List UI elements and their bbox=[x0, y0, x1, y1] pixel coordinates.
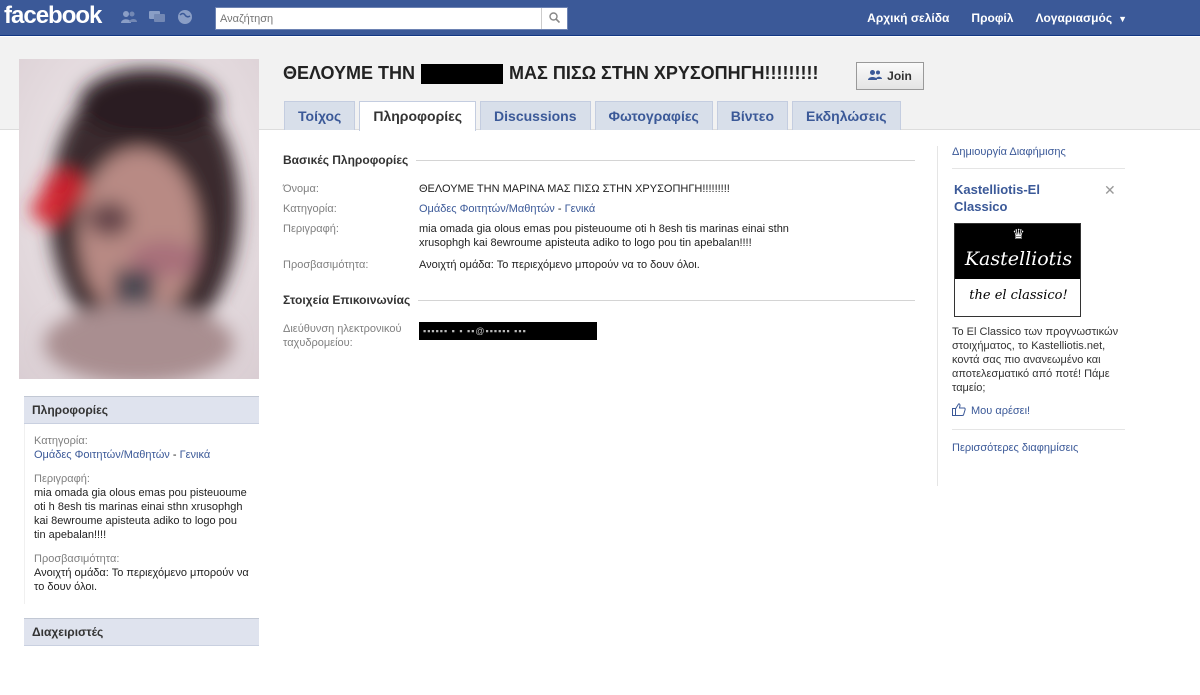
search-box bbox=[215, 7, 568, 30]
ad-like-button[interactable]: Μου αρέσει! bbox=[952, 403, 1125, 419]
account-label: Λογαριασμός bbox=[1035, 11, 1113, 25]
tab-videos[interactable]: Βίντεο bbox=[716, 101, 788, 130]
left-info-column: Πληροφορίες Κατηγορία: Ομάδες Φοιτητών/Μ… bbox=[24, 396, 259, 646]
ad-image-tagline: the el classico! bbox=[969, 288, 1068, 303]
tab-info[interactable]: Πληροφορίες bbox=[359, 101, 477, 131]
tab-wall[interactable]: Τοίχος bbox=[284, 101, 356, 130]
description-label: Περιγραφή: bbox=[283, 223, 339, 235]
page-title: ΘΕΛΟΥΜΕ ΤΗΝ ΜΑΣ ΠΙΣΩ ΣΤΗΝ ΧΡΥΣΟΠΗΓΗ!!!!!… bbox=[283, 63, 818, 84]
contact-info-title: Στοιχεία Επικοινωνίας bbox=[283, 293, 411, 307]
left-access-label: Προσβασιμότητα: bbox=[34, 553, 120, 565]
search-input[interactable] bbox=[216, 8, 536, 29]
left-category-value: Ομάδες Φοιτητών/Μαθητών - Γενικά bbox=[34, 448, 250, 462]
info-panel: Βασικές Πληροφορίες Όνομα: ΘΕΛΟΥΜΕ ΤΗΝ Μ… bbox=[283, 150, 915, 350]
section-divider bbox=[416, 159, 915, 161]
group-profile-picture[interactable] bbox=[19, 59, 259, 379]
category-separator: - bbox=[554, 203, 565, 215]
left-description-label: Περιγραφή: bbox=[34, 473, 90, 485]
category-link[interactable]: Ομάδες Φοιτητών/Μαθητών bbox=[419, 203, 555, 215]
name-row: Όνομα: ΘΕΛΟΥΜΕ ΤΗΝ ΜΑΡΙΝΑ ΜΑΣ ΠΙΣΩ ΣΤΗΝ … bbox=[283, 182, 915, 196]
chevron-down-icon: ▼ bbox=[1118, 14, 1127, 24]
section-divider bbox=[418, 299, 915, 301]
email-label: Διεύθυνση ηλεκτρονικού ταχυδρομείου: bbox=[283, 323, 402, 349]
title-redaction-bar bbox=[421, 63, 504, 84]
top-nav-links: Αρχική σελίδα Προφίλ Λογαριασμός ▼ bbox=[856, 0, 1138, 36]
create-ad-link[interactable]: Δημιουργία Διαφήμισης bbox=[938, 144, 1066, 158]
access-label: Προσβασιμότητα: bbox=[283, 259, 369, 271]
crown-icon: ♛ bbox=[1012, 226, 1025, 242]
search-icon[interactable] bbox=[541, 8, 567, 29]
basic-info-title: Βασικές Πληροφορίες bbox=[283, 153, 409, 167]
admins-title: Διαχειριστές bbox=[24, 619, 259, 646]
people-icon bbox=[868, 69, 883, 84]
join-group-button[interactable]: Join bbox=[856, 62, 924, 90]
left-info-box: Πληροφορίες Κατηγορία: Ομάδες Φοιτητών/Μ… bbox=[24, 396, 259, 604]
left-description-value: mia omada gia olous emas pou pisteuoume … bbox=[34, 487, 247, 541]
tab-photos[interactable]: Φωτογραφίες bbox=[594, 101, 713, 130]
facebook-logo[interactable]: facebook bbox=[4, 2, 102, 30]
notifications-globe-icon[interactable] bbox=[176, 9, 194, 25]
thumbs-up-icon bbox=[952, 403, 966, 419]
account-menu[interactable]: Λογαριασμός ▼ bbox=[1024, 0, 1138, 36]
access-value: Ανοιχτή ομάδα: Το περιεχόμενο μπορούν να… bbox=[419, 259, 700, 271]
left-info-title: Πληροφορίες bbox=[24, 397, 259, 424]
left-category-separator: - bbox=[169, 449, 180, 461]
friend-requests-icon[interactable] bbox=[120, 9, 138, 25]
description-row: Περιγραφή: mia omada gia olous emas pou … bbox=[283, 222, 915, 250]
email-value: ▪▪▪▪▪▪ ▪ ▪ ▪▪@▪▪▪▪▪▪ ▪▪▪ bbox=[419, 322, 829, 350]
left-category-label: Κατηγορία: bbox=[34, 435, 88, 447]
tab-events[interactable]: Εκδηλώσεις bbox=[792, 101, 901, 130]
left-category-link[interactable]: Ομάδες Φοιτητών/Μαθητών bbox=[34, 449, 170, 461]
left-category-sub-link[interactable]: Γενικά bbox=[180, 449, 211, 461]
name-value: ΘΕΛΟΥΜΕ ΤΗΝ ΜΑΡΙΝΑ ΜΑΣ ΠΙΣΩ ΣΤΗΝ ΧΡΥΣΟΠΗ… bbox=[419, 183, 730, 195]
ad-title-link[interactable]: Kastelliotis-El Classico bbox=[954, 181, 1074, 215]
category-label: Κατηγορία: bbox=[283, 203, 337, 215]
access-row: Προσβασιμότητα: Ανοιχτή ομάδα: Το περιεχ… bbox=[283, 258, 915, 272]
ads-column: Δημιουργία Διαφήμισης Kastelliotis-El Cl… bbox=[937, 146, 1125, 486]
more-ads-link[interactable]: Περισσότερες διαφημίσεις bbox=[952, 442, 1125, 454]
ads-divider bbox=[952, 168, 1125, 169]
home-link[interactable]: Αρχική σελίδα bbox=[856, 0, 960, 36]
tab-discussions[interactable]: Discussions bbox=[480, 101, 591, 130]
ads-divider bbox=[952, 429, 1125, 430]
email-row: Διεύθυνση ηλεκτρονικού ταχυδρομείου: ▪▪▪… bbox=[283, 322, 915, 350]
top-navigation-bar: facebook Αρχική σελίδα Προφίλ Λογαριασμό… bbox=[0, 0, 1200, 36]
description-value: mia omada gia olous emas pou pisteuoume … bbox=[419, 223, 789, 249]
ad-image[interactable]: ♛ Kastelliotis the el classico! bbox=[954, 223, 1081, 317]
profile-link[interactable]: Προφίλ bbox=[960, 0, 1024, 36]
left-info-body: Κατηγορία: Ομάδες Φοιτητών/Μαθητών - Γεν… bbox=[24, 424, 259, 604]
category-value: Ομάδες Φοιτητών/Μαθητών - Γενικά bbox=[419, 202, 829, 216]
title-suffix: ΜΑΣ ΠΙΣΩ ΣΤΗΝ ΧΡΥΣΟΠΗΓΗ!!!!!!!!! bbox=[509, 63, 819, 83]
category-row: Κατηγορία: Ομάδες Φοιτητών/Μαθητών - Γεν… bbox=[283, 202, 915, 216]
left-access-value: Ανοιχτή ομάδα: Το περιεχόμενο μπορούν να… bbox=[34, 567, 249, 593]
messages-icon[interactable] bbox=[148, 9, 166, 25]
title-prefix: ΘΕΛΟΥΜΕ ΤΗΝ bbox=[283, 63, 416, 83]
close-icon[interactable]: ✕ bbox=[1104, 182, 1116, 199]
ad-image-brand: Kastelliotis bbox=[964, 248, 1073, 270]
category-sub-link[interactable]: Γενικά bbox=[565, 203, 596, 215]
ad-description: Το El Classico των προγνωστικών στοιχήμα… bbox=[952, 326, 1119, 394]
contact-info-header: Στοιχεία Επικοινωνίας bbox=[283, 290, 915, 310]
join-label: Join bbox=[887, 69, 912, 83]
admins-box: Διαχειριστές bbox=[24, 618, 259, 646]
like-label: Μου αρέσει! bbox=[971, 405, 1031, 417]
basic-info-header: Βασικές Πληροφορίες bbox=[283, 150, 915, 170]
tab-bar: Τοίχος Πληροφορίες Discussions Φωτογραφί… bbox=[284, 101, 905, 131]
email-redaction-bar: ▪▪▪▪▪▪ ▪ ▪ ▪▪@▪▪▪▪▪▪ ▪▪▪ bbox=[419, 322, 597, 340]
name-label: Όνομα: bbox=[283, 183, 319, 195]
